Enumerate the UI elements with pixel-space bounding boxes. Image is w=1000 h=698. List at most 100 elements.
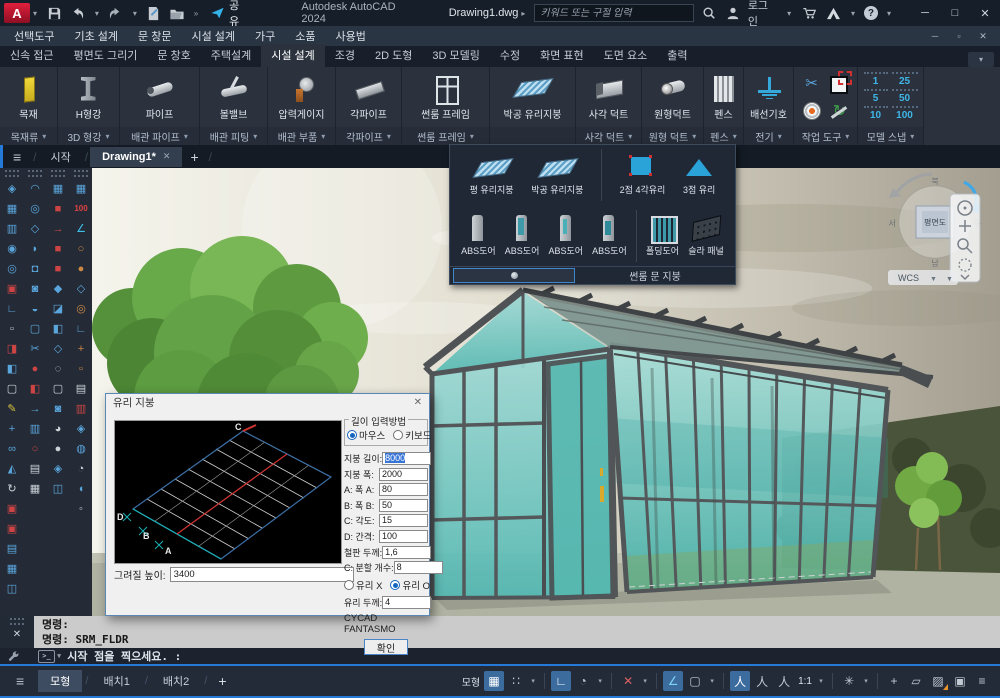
panel-title[interactable]: 원형 덕트▾ [642,127,703,145]
tool-icon[interactable]: ■ [48,259,68,278]
tool-icon[interactable]: ▫ [71,359,91,378]
flyout-item[interactable]: 2점 4각유리 [620,154,666,196]
settings-gear-icon[interactable]: ✳ [839,671,859,691]
tool-icon[interactable]: → [25,399,45,418]
tool-icon[interactable]: + [2,419,22,438]
settings-dropdown-icon[interactable]: ▾ [861,671,871,691]
flyout-item[interactable]: ABS도어 [461,215,496,257]
tool-icon[interactable]: ▥ [25,419,45,438]
doc-minimize-button[interactable]: ─ [924,28,946,44]
redo-dropdown-icon[interactable]: ▾ [133,9,137,18]
tool-icon[interactable]: ● [25,359,45,378]
search-icon[interactable] [700,4,718,22]
autodesk-dropdown-icon[interactable]: ▾ [851,9,855,18]
tool-icon[interactable]: + [71,339,91,358]
navigation-bar[interactable] [950,194,980,282]
file-tab-menu-icon[interactable]: ≡ [13,149,21,165]
ribbon-button-8[interactable]: 사각 덕트 [589,74,629,121]
doc-close-button[interactable]: ✕ [972,28,994,44]
tool-icon[interactable]: ▣ [2,279,22,298]
ribbon-tab[interactable]: 수정 [490,44,530,67]
dialog-field-input[interactable]: 8000 [382,452,431,465]
menu-item[interactable]: 기초 설계 [64,26,128,46]
pin-panel-icon[interactable] [453,268,575,283]
tool-icon[interactable]: ∠ [71,219,91,238]
isodraft-dropdown-icon[interactable]: ▾ [640,671,650,691]
ribbon-button-3[interactable]: 볼밸브 [219,74,249,121]
tool-icon[interactable]: ■ [48,239,68,258]
tool-icon[interactable]: ▢ [48,379,68,398]
tool-icon[interactable]: ○ [71,239,91,258]
undo-dropdown-icon[interactable]: ▾ [95,9,99,18]
tool-icon[interactable]: ■ [48,199,68,218]
tool-icon[interactable]: ✎ [2,399,22,418]
fliparc-icon[interactable] [827,98,853,124]
tool-icon[interactable]: ◕ [48,419,68,438]
ribbon-tab[interactable]: 평면도 그리기 [64,44,148,67]
help-icon[interactable]: ? [864,6,878,20]
minimize-button[interactable]: ─ [910,1,940,25]
panel-title[interactable]: 펜스▾ [704,127,743,145]
layout-tab[interactable]: 모형 [38,670,82,692]
dialog-field-input[interactable]: 2000 [379,468,428,481]
layout-menu-icon[interactable]: ≡ [16,673,24,689]
tool-icon[interactable]: ▣ [2,519,22,538]
tool-icon[interactable]: ∞ [2,439,22,458]
panel-title[interactable]: 배관 파이프▾ [120,127,199,145]
annotation-scale-icon[interactable]: 人 [774,671,794,691]
tool-icon[interactable]: ◒ [25,299,45,318]
open-folder-icon[interactable] [168,4,186,22]
more-tools-icon[interactable]: » [194,9,198,18]
flyout-item[interactable]: 폴딩도어 [646,215,679,257]
annotation-scale-value[interactable]: 1:1 [796,676,814,687]
panel-title[interactable]: 각파이프▾ [336,127,401,145]
tool-icon[interactable]: ▥ [71,399,91,418]
flyout-item[interactable]: ABS도어 [592,215,627,257]
tool-icon[interactable]: ◖ [71,479,91,498]
share-button[interactable]: 공유 [210,0,249,29]
toolbar-grip[interactable] [28,170,42,177]
tool-icon[interactable]: ◈ [71,419,91,438]
dialog-field-input[interactable]: 15 [379,514,428,527]
menu-item[interactable]: 선택도구 [4,26,64,46]
tool-icon[interactable]: ▫ [2,319,22,338]
scissors-icon[interactable] [799,70,825,96]
tool-icon[interactable]: ◙ [48,399,68,418]
new-drawing-button[interactable]: + [190,149,198,165]
target-icon[interactable] [799,98,825,124]
search-expand-icon[interactable]: ▸ [521,9,525,18]
flyout-item[interactable]: 평 유리지붕 [470,154,514,196]
tool-icon[interactable]: ◔ [71,459,91,478]
command-dropdown-icon[interactable]: ▼ [57,652,61,660]
command-close-icon[interactable]: ✕ [13,629,21,640]
ribbon-tab[interactable]: 3D 모델링 [422,44,489,67]
dialog-field-input[interactable]: 50 [379,499,428,512]
doc-restore-button[interactable]: ▫ [948,28,970,44]
customize-icon[interactable]: ≡ [972,671,992,691]
ribbon-button-7[interactable]: 박공 유리지붕 [504,74,562,121]
snap-value[interactable]: 1 [864,72,888,89]
tool-icon[interactable]: ◎ [71,299,91,318]
radio-mouse[interactable]: 마우스 [347,428,385,442]
tool-icon[interactable]: ● [48,439,68,458]
tool-icon[interactable]: ◦ [71,499,91,518]
tool-icon[interactable]: ◭ [2,459,22,478]
panel-title[interactable]: 모델 스냅▾ [858,127,923,145]
ribbon-tab[interactable]: 조경 [325,44,365,67]
maximize-button[interactable]: □ [940,1,970,25]
tool-icon[interactable]: ◆ [48,279,68,298]
ortho-toggle[interactable]: ∟ [551,671,571,691]
tool-icon[interactable]: ◎ [25,199,45,218]
command-prompt-icon[interactable]: >_ [38,650,55,663]
toolbar-grip[interactable] [51,170,65,177]
panel-title[interactable]: 목재류▾ [0,127,57,145]
ribbon-tab[interactable]: 시설 설계 [261,44,325,67]
dialog-field-input[interactable]: 80 [379,483,428,496]
panel-title[interactable]: 전기▾ [744,127,793,145]
snap-value[interactable]: 100 [892,106,918,123]
ribbon-collapse-icon[interactable]: ▾ [968,52,994,67]
tool-icon[interactable]: → [48,219,68,238]
tool-icon[interactable]: ↻ [2,479,22,498]
tool-icon[interactable]: ▦ [25,479,45,498]
file-tab-start[interactable]: 시작 [39,145,83,169]
